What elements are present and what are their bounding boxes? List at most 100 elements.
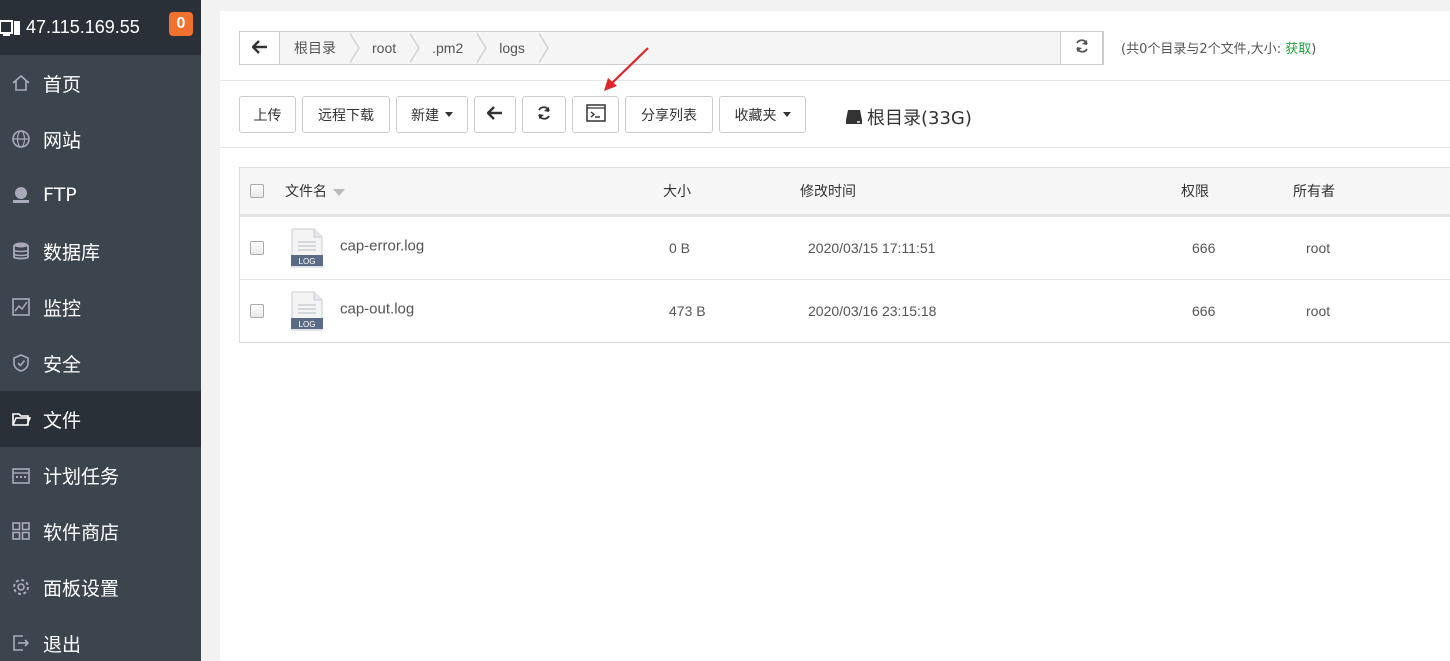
- table-header: 文件名 大小 修改时间 权限 所有者: [240, 168, 1450, 216]
- disk-info[interactable]: 根目录(33G): [845, 104, 972, 130]
- sidebar-item-home[interactable]: 首页: [0, 55, 201, 111]
- sidebar-item-label: 软件商店: [43, 521, 120, 544]
- terminal-button[interactable]: [572, 96, 619, 133]
- upload-label: 上传: [253, 107, 282, 124]
- remote-download-button[interactable]: 远程下载: [302, 96, 390, 133]
- sidebar-item-store[interactable]: 软件商店: [0, 503, 201, 559]
- apps-icon: [10, 520, 32, 542]
- sidebar-item-settings[interactable]: 面板设置: [0, 559, 201, 615]
- message-badge[interactable]: 0: [169, 12, 193, 36]
- divider: [220, 147, 1450, 148]
- column-header-perm: 权限: [1181, 184, 1209, 200]
- file-permission[interactable]: 666: [1192, 303, 1215, 319]
- toolbar: 上传 远程下载 新建 分享列表 收藏夹: [239, 96, 812, 133]
- refresh-icon: [1074, 38, 1090, 58]
- sidebar-item-label: 计划任务: [43, 465, 120, 488]
- sidebar-item-label: 面板设置: [43, 577, 120, 600]
- get-size-link[interactable]: 获取: [1285, 42, 1311, 57]
- sidebar-item-website[interactable]: 网站: [0, 111, 201, 167]
- folder-icon: [10, 408, 32, 430]
- column-header-size[interactable]: 大小: [663, 181, 691, 201]
- file-permission[interactable]: 666: [1192, 240, 1215, 256]
- file-mtime: 2020/03/16 23:15:18: [808, 303, 937, 319]
- breadcrumb-item-pm2[interactable]: .pm2: [418, 32, 488, 64]
- file-table: 文件名 大小 修改时间 权限 所有者 LOG cap-error.log 0 B…: [239, 167, 1450, 343]
- server-ip: 47.115.169.55: [26, 17, 140, 37]
- calendar-icon: [10, 464, 32, 486]
- select-all-checkbox[interactable]: [250, 184, 264, 198]
- svg-text:LOG: LOG: [299, 257, 316, 266]
- arrow-left-icon: [250, 39, 268, 58]
- table-row[interactable]: LOG cap-out.log 473 B 2020/03/16 23:15:1…: [240, 279, 1450, 342]
- upload-button[interactable]: 上传: [239, 96, 296, 133]
- file-name-link[interactable]: cap-error.log: [340, 238, 424, 255]
- remote-download-label: 远程下载: [318, 107, 374, 124]
- path-refresh-button[interactable]: [1060, 31, 1103, 65]
- log-file-icon: LOG: [290, 228, 324, 268]
- share-list-label: 分享列表: [641, 107, 697, 124]
- favorites-label: 收藏夹: [734, 107, 777, 124]
- summary-end: ): [1311, 42, 1317, 57]
- sidebar-item-database[interactable]: 数据库: [0, 223, 201, 279]
- summary-text: (共0个目录与2个文件,大小:: [1121, 42, 1286, 57]
- log-file-icon: LOG: [290, 291, 324, 331]
- disk-label: 根目录(33G): [867, 108, 972, 129]
- sidebar-item-cron[interactable]: 计划任务: [0, 447, 201, 503]
- database-icon: [10, 240, 32, 262]
- sidebar-item-security[interactable]: 安全: [0, 335, 201, 391]
- file-size: 473 B: [669, 303, 706, 319]
- share-list-button[interactable]: 分享列表: [625, 96, 713, 133]
- column-header-owner: 所有者: [1293, 184, 1335, 200]
- divider: [220, 80, 1450, 81]
- arrow-left-icon: [486, 105, 503, 124]
- sidebar-item-logout[interactable]: 退出: [0, 615, 201, 661]
- file-size: 0 B: [669, 240, 691, 256]
- new-dropdown-button[interactable]: 新建: [396, 96, 468, 133]
- table-row[interactable]: LOG cap-error.log 0 B 2020/03/15 17:11:5…: [240, 216, 1450, 279]
- sidebar-item-label: 网站: [43, 129, 82, 152]
- home-icon: [10, 72, 32, 94]
- shield-icon: [10, 352, 32, 374]
- sidebar-item-label: 监控: [43, 297, 82, 320]
- sidebar: 47.115.169.55 0 首页 网站 FTP 数据库 监控 安全 文件 计…: [0, 0, 201, 661]
- globe-icon: [10, 128, 32, 150]
- file-owner[interactable]: root: [1306, 303, 1330, 319]
- sidebar-item-monitor[interactable]: 监控: [0, 279, 201, 335]
- column-header-name[interactable]: 文件名: [285, 181, 345, 201]
- caret-down-icon: [782, 112, 791, 117]
- svg-text:LOG: LOG: [299, 320, 316, 329]
- logout-icon: [10, 632, 32, 654]
- row-checkbox[interactable]: [250, 241, 264, 255]
- terminal-icon: [585, 103, 606, 126]
- server-icon: [0, 17, 22, 39]
- column-header-mtime[interactable]: 修改时间: [800, 181, 856, 201]
- favorites-dropdown-button[interactable]: 收藏夹: [719, 96, 806, 133]
- sidebar-item-label: FTP: [43, 184, 77, 206]
- directory-summary: (共0个目录与2个文件,大小: 获取): [1121, 38, 1316, 57]
- sidebar-nav: 首页 网站 FTP 数据库 监控 安全 文件 计划任务 软件商店 面板设置 退出: [0, 55, 201, 661]
- sidebar-item-label: 退出: [43, 633, 82, 656]
- file-manager-panel: 根目录 root .pm2 logs (共0个目录与2个文件,大小: 获取) 上…: [220, 11, 1450, 661]
- file-name-link[interactable]: cap-out.log: [340, 301, 414, 318]
- row-checkbox[interactable]: [250, 304, 264, 318]
- server-header: 47.115.169.55 0: [0, 0, 201, 55]
- annotation-arrow: [604, 47, 649, 91]
- sidebar-item-label: 安全: [43, 353, 82, 376]
- sidebar-item-label: 首页: [43, 73, 82, 96]
- breadcrumb-item-root-dir[interactable]: root: [358, 32, 421, 64]
- breadcrumb-item-root[interactable]: 根目录: [280, 32, 360, 64]
- new-label: 新建: [411, 107, 439, 124]
- refresh-button[interactable]: [522, 96, 566, 133]
- breadcrumb: 根目录 root .pm2 logs: [239, 31, 1104, 65]
- refresh-icon: [536, 105, 552, 125]
- breadcrumb-item-logs[interactable]: logs: [485, 32, 549, 64]
- sidebar-item-files[interactable]: 文件: [0, 391, 201, 447]
- caret-down-icon: [445, 112, 453, 117]
- sidebar-item-label: 数据库: [43, 241, 101, 264]
- sort-down-icon: [333, 188, 345, 196]
- file-owner[interactable]: root: [1306, 240, 1330, 256]
- sidebar-item-ftp[interactable]: FTP: [0, 167, 201, 223]
- monitor-icon: [10, 296, 32, 318]
- path-back-button[interactable]: [240, 32, 280, 64]
- back-button[interactable]: [474, 96, 516, 133]
